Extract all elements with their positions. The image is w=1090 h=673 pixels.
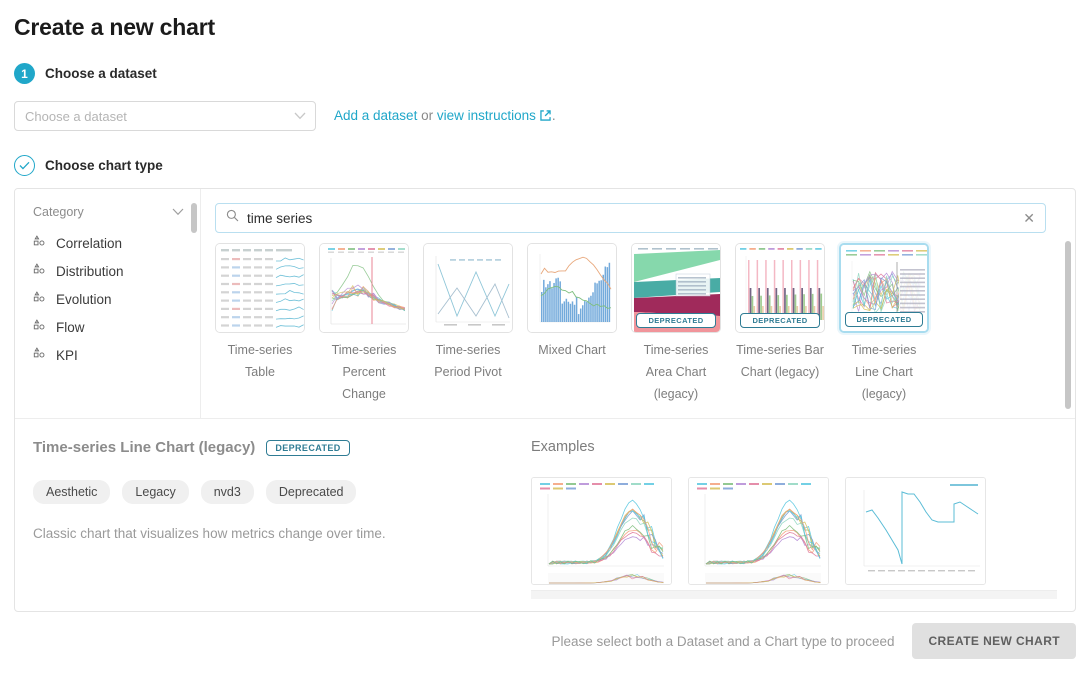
category-header[interactable]: Category xyxy=(15,189,200,229)
category-item-label: KPI xyxy=(56,348,78,363)
footer-message: Please select both a Dataset and a Chart… xyxy=(552,634,895,649)
chart-type-thumbnail[interactable] xyxy=(319,243,409,333)
chart-type-browser: time series ✕ Time-series TableTime-seri… xyxy=(201,189,1075,418)
dataset-links: Add a dataset or view instructions . xyxy=(334,108,556,125)
step-one-badge: 1 xyxy=(14,63,35,84)
chart-tags: Aesthetic Legacy nvd3 Deprecated xyxy=(33,480,509,504)
step-one-label: Choose a dataset xyxy=(45,66,157,81)
category-item-kpi[interactable]: KPI xyxy=(15,341,200,369)
examples-scrollbar[interactable] xyxy=(531,590,1057,599)
close-icon[interactable]: ✕ xyxy=(1023,211,1035,225)
dataset-row: Choose a dataset Add a dataset or view i… xyxy=(14,101,556,131)
chart-type-option[interactable]: Mixed Chart xyxy=(527,243,617,406)
chart-details-left: Time-series Line Chart (legacy) DEPRECAT… xyxy=(15,419,527,611)
chevron-down-icon xyxy=(294,107,306,125)
chart-type-option[interactable]: Time-series Percent Change xyxy=(319,243,409,406)
example-thumbnail[interactable] xyxy=(845,477,986,585)
category-shapes-icon xyxy=(33,291,46,307)
external-link-icon[interactable] xyxy=(539,109,552,125)
chart-type-panel: Category Correlation Distribution Evolutio… xyxy=(14,188,1076,612)
chart-type-option[interactable]: DEPRECATED Time-series Area Chart (legacy… xyxy=(631,243,721,406)
search-icon xyxy=(226,209,239,227)
view-instructions-link[interactable]: view instructions xyxy=(437,108,536,123)
category-item-label: Distribution xyxy=(56,264,124,279)
category-item-flow[interactable]: Flow xyxy=(15,313,200,341)
chart-type-label: Time-series Table xyxy=(215,340,305,384)
examples-title: Examples xyxy=(531,439,1075,455)
chart-tag: Aesthetic xyxy=(33,480,110,504)
dataset-select-placeholder: Choose a dataset xyxy=(25,109,127,124)
category-shapes-icon xyxy=(33,235,46,251)
deprecated-badge: DEPRECATED xyxy=(845,312,923,327)
step-two: Choose chart type xyxy=(14,155,163,176)
category-list: Correlation Distribution Evolution Flow KPI xyxy=(15,229,200,369)
chart-type-thumbnail[interactable] xyxy=(423,243,513,333)
dataset-select[interactable]: Choose a dataset xyxy=(14,101,316,131)
chart-type-label: Time-series Bar Chart (legacy) xyxy=(735,340,825,384)
category-item-distribution[interactable]: Distribution xyxy=(15,257,200,285)
deprecated-badge: DEPRECATED xyxy=(636,313,716,328)
chart-type-option[interactable]: Time-series Table xyxy=(215,243,305,406)
category-item-label: Flow xyxy=(56,320,85,335)
example-thumbnail[interactable] xyxy=(531,477,672,585)
chart-type-thumbnail[interactable] xyxy=(215,243,305,333)
sidebar-scrollbar[interactable] xyxy=(191,203,197,233)
step-two-label: Choose chart type xyxy=(45,158,163,173)
category-item-label: Evolution xyxy=(56,292,112,307)
footer: Please select both a Dataset and a Chart… xyxy=(0,615,1090,673)
chart-tag: Legacy xyxy=(122,480,188,504)
category-item-correlation[interactable]: Correlation xyxy=(15,229,200,257)
chart-type-label: Time-series Area Chart (legacy) xyxy=(631,340,721,406)
chart-details-title: Time-series Line Chart (legacy) xyxy=(33,439,255,456)
create-new-chart-button[interactable]: CREATE NEW CHART xyxy=(912,623,1076,659)
chart-type-label: Mixed Chart xyxy=(527,340,617,362)
chart-type-option[interactable]: Time-series Period Pivot xyxy=(423,243,513,406)
chart-type-thumbnail[interactable]: DEPRECATED xyxy=(839,243,929,333)
category-item-label: Correlation xyxy=(56,236,122,251)
category-shapes-icon xyxy=(33,319,46,335)
chart-tag: Deprecated xyxy=(266,480,357,504)
search-input-value: time series xyxy=(247,211,1023,226)
chart-details: Time-series Line Chart (legacy) DEPRECAT… xyxy=(15,419,1075,611)
chart-tag: nvd3 xyxy=(201,480,254,504)
chart-type-label: Time-series Percent Change xyxy=(319,340,409,406)
check-circle-icon xyxy=(14,155,35,176)
status-badge: DEPRECATED xyxy=(266,440,349,456)
page-title: Create a new chart xyxy=(14,14,215,41)
chart-type-option[interactable]: DEPRECATED Time-series Line Chart (legacy… xyxy=(839,243,929,406)
category-shapes-icon xyxy=(33,347,46,363)
category-header-label: Category xyxy=(33,205,84,219)
chart-type-label: Time-series Period Pivot xyxy=(423,340,513,384)
or-text: or xyxy=(417,108,437,123)
chart-description: Classic chart that visualizes how metric… xyxy=(33,526,509,541)
step-one: 1 Choose a dataset xyxy=(14,63,157,84)
chevron-down-icon xyxy=(172,203,184,221)
chart-type-thumbnail[interactable]: DEPRECATED xyxy=(631,243,721,333)
chart-type-grid: Time-series Table Time-series Percent Cha… xyxy=(215,243,1061,406)
example-thumbnail[interactable] xyxy=(688,477,829,585)
examples-section: Examples xyxy=(527,419,1075,611)
search-input[interactable]: time series ✕ xyxy=(215,203,1046,233)
add-dataset-link[interactable]: Add a dataset xyxy=(334,108,417,123)
examples-list xyxy=(531,477,1075,585)
deprecated-badge: DEPRECATED xyxy=(740,313,820,328)
links-period: . xyxy=(552,108,556,123)
chart-type-thumbnail[interactable]: DEPRECATED xyxy=(735,243,825,333)
chart-type-selector: Category Correlation Distribution Evolutio… xyxy=(15,189,1075,419)
category-sidebar: Category Correlation Distribution Evolutio… xyxy=(15,189,201,418)
chart-details-title-row: Time-series Line Chart (legacy) DEPRECAT… xyxy=(33,439,509,456)
chart-type-thumbnail[interactable] xyxy=(527,243,617,333)
chart-type-option[interactable]: DEPRECATED Time-series Bar Chart (legacy) xyxy=(735,243,825,406)
chart-type-label: Time-series Line Chart (legacy) xyxy=(839,340,929,406)
chart-grid-scrollbar[interactable] xyxy=(1065,241,1071,409)
category-shapes-icon xyxy=(33,263,46,279)
category-item-evolution[interactable]: Evolution xyxy=(15,285,200,313)
